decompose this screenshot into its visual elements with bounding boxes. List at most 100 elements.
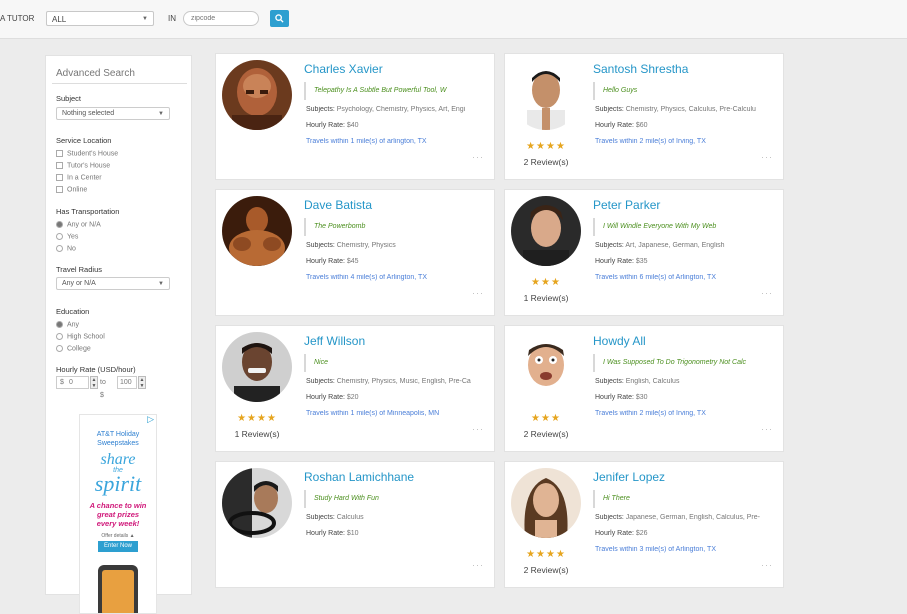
more-options-icon[interactable]: ··· — [472, 560, 484, 570]
tutor-hourly-rate: Hourly Rate: $10 — [306, 530, 359, 537]
checkbox-tutors-house[interactable]: Tutor's House — [56, 162, 110, 169]
tutor-name[interactable]: Charles Xavier — [304, 62, 383, 76]
ad-chance-line1: A chance to win — [89, 501, 147, 510]
tutor-hourly-rate: Hourly Rate: $40 — [306, 122, 359, 129]
tutor-name[interactable]: Jeff Willson — [304, 334, 365, 348]
tutor-name[interactable]: Jenifer Lopez — [593, 470, 665, 484]
review-count[interactable]: 2 Review(s) — [511, 157, 581, 167]
advanced-search-panel: Advanced Search Subject Nothing selected… — [45, 55, 192, 614]
ad-phone-image — [98, 565, 138, 613]
review-count[interactable]: 2 Review(s) — [511, 565, 581, 575]
tutor-subjects: Subjects: Chemistry, Physics, Calculus, … — [595, 106, 756, 113]
tutor-motto: Telepathy Is A Subtle But Powerful Tool,… — [304, 82, 492, 100]
more-options-icon[interactable]: ··· — [761, 152, 773, 162]
tutor-name[interactable]: Santosh Shrestha — [593, 62, 688, 76]
more-options-icon[interactable]: ··· — [761, 288, 773, 298]
min-rate-stepper[interactable]: ▲ ▼ — [90, 376, 98, 389]
avatar[interactable] — [511, 196, 581, 266]
tutor-card[interactable]: ★★★★ 2 Review(s) Jenifer Lopez Hi There … — [504, 461, 784, 588]
radio-education-high-school[interactable]: High School — [56, 333, 105, 340]
avatar[interactable] — [511, 332, 581, 402]
checkbox-in-a-center[interactable]: In a Center — [56, 174, 102, 181]
radio-education-college[interactable]: College — [56, 345, 91, 352]
more-options-icon[interactable]: ··· — [472, 424, 484, 434]
ad-chance-line3: every week! — [96, 519, 140, 528]
more-options-icon[interactable]: ··· — [472, 288, 484, 298]
more-options-icon[interactable]: ··· — [472, 152, 484, 162]
tutor-type-select[interactable]: ALL ▼ — [46, 11, 154, 26]
tutor-card[interactable]: ★★★★ 2 Review(s) Santosh Shrestha Hello … — [504, 53, 784, 180]
subject-label: Subject — [56, 94, 82, 103]
tutor-motto: Nice — [304, 354, 492, 372]
chevron-down-icon: ▼ — [158, 281, 164, 287]
tutor-card[interactable]: ★★★ 2 Review(s) Howdy All I Was Supposed… — [504, 325, 784, 452]
max-rate-value: 100 — [120, 379, 132, 386]
more-options-icon[interactable]: ··· — [761, 424, 773, 434]
tutor-travel-radius: Travels within 3 mile(s) of Arlington, T… — [595, 546, 716, 553]
tutor-motto: The Powerbomb — [304, 218, 492, 236]
ad-spirit-text: spirit — [94, 471, 142, 496]
radio-education-any[interactable]: Any — [56, 321, 79, 328]
tutor-motto: Study Hard With Fun — [304, 490, 492, 508]
tutor-travel-radius: Travels within 1 mile(s) of Minneapolis,… — [306, 410, 440, 417]
zipcode-input[interactable] — [183, 11, 259, 26]
checkbox-students-house[interactable]: Student's House — [56, 150, 118, 157]
tutor-name[interactable]: Peter Parker — [593, 198, 660, 212]
tutor-hourly-rate: Hourly Rate: $35 — [595, 258, 648, 265]
ad-headline: AT&T Holiday — [96, 431, 140, 438]
tutor-type-label: A TUTOR — [0, 14, 35, 23]
search-button[interactable] — [270, 10, 289, 27]
rating-stars: ★★★ — [531, 277, 561, 288]
hourly-rate-label: Hourly Rate (USD/hour) — [56, 365, 136, 374]
divider — [52, 83, 187, 84]
tutor-travel-radius: Travels within 1 mile(s) of arlington, T… — [306, 138, 427, 145]
tutor-hourly-rate: Hourly Rate: $20 — [306, 394, 359, 401]
radio-transport-yes[interactable]: Yes — [56, 233, 78, 240]
avatar[interactable] — [511, 60, 581, 130]
review-count[interactable]: 1 Review(s) — [222, 429, 292, 439]
tutor-card[interactable]: Roshan Lamichhane Study Hard With Fun Su… — [215, 461, 495, 588]
max-rate-stepper[interactable]: ▲ ▼ — [138, 376, 146, 389]
travel-radius-select[interactable]: Any or N/A ▼ — [56, 277, 170, 290]
tutor-card[interactable]: ★★★ 1 Review(s) Peter Parker I Will Wind… — [504, 189, 784, 316]
rating-stars: ★★★★ — [526, 141, 566, 152]
tutor-subjects: Subjects: Calculus — [306, 514, 364, 521]
ad-subheadline: Sweepstakes — [97, 440, 139, 447]
advanced-search-title: Advanced Search — [56, 68, 135, 79]
tutor-subjects: Subjects: Art, Japanese, German, English — [595, 242, 725, 249]
tutor-subjects: Subjects: English, Calculus — [595, 378, 680, 385]
tutor-card[interactable]: Dave Batista The Powerbomb Subjects: Che… — [215, 189, 495, 316]
chevron-down-icon: ▼ — [142, 16, 148, 22]
avatar[interactable] — [222, 332, 292, 402]
travel-radius-label: Travel Radius — [56, 265, 102, 274]
ad-chance-line2: great prizes — [96, 510, 140, 519]
tutor-name[interactable]: Dave Batista — [304, 198, 372, 212]
tutor-name[interactable]: Roshan Lamichhane — [304, 470, 414, 484]
subject-select[interactable]: Nothing selected ▼ — [56, 107, 170, 120]
ad-choices-icon[interactable]: ▷ — [147, 415, 154, 425]
more-options-icon[interactable]: ··· — [761, 560, 773, 570]
tutor-hourly-rate: Hourly Rate: $45 — [306, 258, 359, 265]
review-count[interactable]: 2 Review(s) — [511, 429, 581, 439]
tutor-hourly-rate: Hourly Rate: $26 — [595, 530, 648, 537]
tutor-name[interactable]: Howdy All — [593, 334, 646, 348]
tutor-subjects: Subjects: Psychology, Chemistry, Physics… — [306, 106, 466, 113]
checkbox-online[interactable]: Online — [56, 186, 87, 193]
tutor-type-value: ALL — [52, 15, 67, 24]
ad-enter-button[interactable]: Enter Now — [98, 541, 138, 552]
ad-offer-details[interactable]: Offer details ▲ — [80, 533, 156, 539]
review-count[interactable]: 1 Review(s) — [511, 293, 581, 303]
radio-transport-no[interactable]: No — [56, 245, 76, 252]
avatar[interactable] — [222, 468, 292, 538]
tutor-motto: Hello Guys — [593, 82, 781, 100]
avatar[interactable] — [511, 468, 581, 538]
avatar[interactable] — [222, 196, 292, 266]
advertisement[interactable]: ▷ AT&T Holiday Sweepstakes share the spi… — [79, 414, 157, 614]
tutor-travel-radius: Travels within 2 mile(s) of Irving, TX — [595, 410, 706, 417]
tutor-card[interactable]: Charles Xavier Telepathy Is A Subtle But… — [215, 53, 495, 180]
tutor-card[interactable]: ★★★★ 1 Review(s) Jeff Willson Nice Subje… — [215, 325, 495, 452]
avatar[interactable] — [222, 60, 292, 130]
rating-stars: ★★★★ — [526, 549, 566, 560]
radio-transport-any[interactable]: Any or N/A — [56, 221, 101, 228]
chevron-down-icon: ▼ — [158, 111, 164, 117]
